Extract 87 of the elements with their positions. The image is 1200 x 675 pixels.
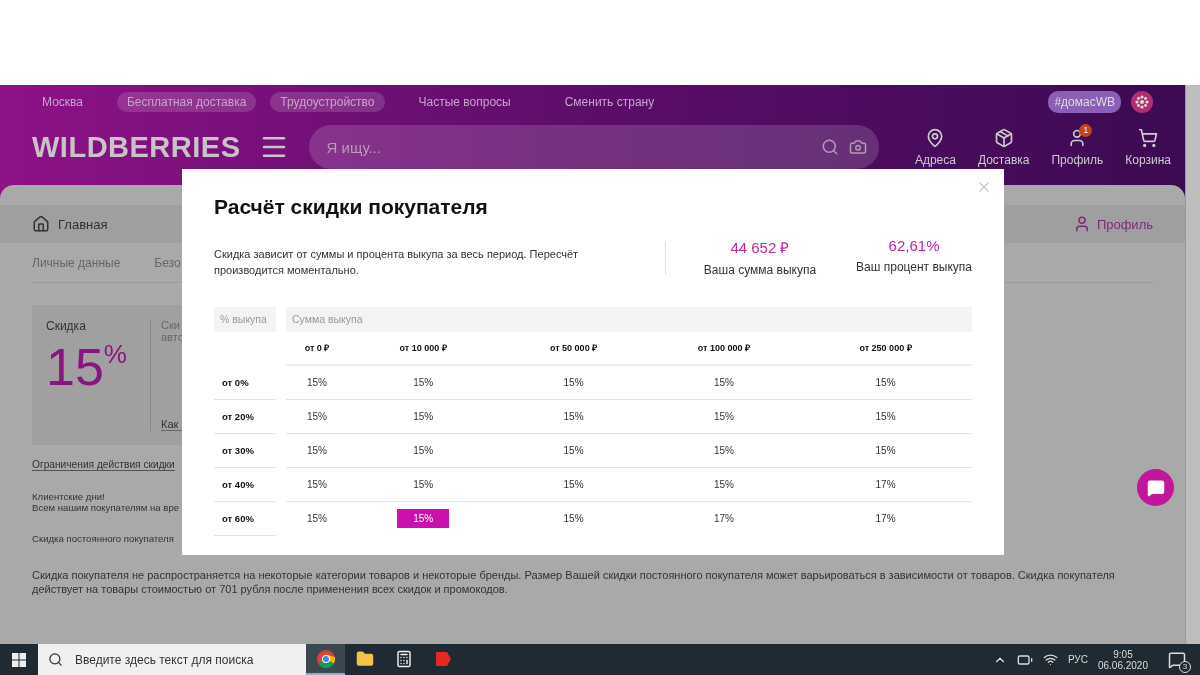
row-label: от 30%	[214, 433, 276, 468]
notifications-icon[interactable]	[1168, 650, 1186, 669]
table-cell: 15%	[563, 478, 584, 490]
cart-icon	[1138, 127, 1159, 148]
top-link[interactable]: Бесплатная доставка	[116, 92, 257, 112]
chat-icon	[1146, 478, 1165, 497]
table-cell: 15%	[397, 509, 450, 529]
profile-link[interactable]: Профиль	[1096, 216, 1153, 232]
table-cell: 15%	[307, 478, 327, 490]
breadcrumb-link[interactable]: Главная	[58, 216, 108, 232]
row-label: от 20%	[214, 399, 276, 434]
note-text: Клиентские дни!	[32, 491, 105, 502]
row-label: от 0%	[214, 365, 276, 400]
search-icon	[48, 652, 63, 667]
table-cell: 15%	[713, 376, 734, 388]
table-cell: 17%	[875, 513, 896, 525]
table-cell: 15%	[307, 410, 327, 422]
column-header: от 0 ₽	[286, 331, 348, 366]
note-text: Скидка постоянного покупателя	[32, 533, 174, 544]
stat-label: Ваш процент выкупа	[856, 260, 972, 274]
row-label: от 60%	[214, 501, 276, 536]
calculator-icon	[394, 649, 413, 668]
discount-value: 15%	[46, 341, 128, 393]
count-badge: 1	[1079, 123, 1093, 137]
table-cell: 15%	[307, 444, 327, 456]
folder-icon	[355, 649, 374, 668]
dialog-description: Скидка зависит от суммы и процента выкупа за весь период. Пересчёт производится моментально.	[214, 247, 580, 278]
table-cell: 15%	[563, 410, 584, 422]
card-text: Ски	[161, 319, 181, 331]
top-link[interactable]: Трудоустройство	[270, 92, 385, 112]
notification-count: 3	[1179, 660, 1191, 673]
table-cell: 15%	[413, 376, 434, 388]
windows-icon[interactable]	[12, 652, 26, 667]
stat-label: Ваша сумма выкупа	[703, 263, 817, 277]
box-icon	[993, 127, 1014, 148]
row-label: от 40%	[214, 467, 276, 502]
stat-value: 44 652 ₽	[730, 238, 790, 257]
table-cell: 15%	[875, 444, 896, 456]
table-cell: 15%	[713, 410, 734, 422]
language-indicator[interactable]: РУС	[1067, 654, 1088, 665]
footer-note: Скидка покупателя не распространяется на некоторые категории товаров и некоторые бренды. Размер Вашей скидки постоянного покупателя может варьироваться в зависимости от товаров. Скидка покупателя действует на товары стоимостью от 701 рубля после применения всех скидок и промокодов.	[32, 568, 1116, 597]
clock-time[interactable]: 9:05	[1113, 648, 1133, 660]
table-cell: 15%	[413, 410, 434, 422]
nav-link[interactable]: Доставка	[977, 152, 1030, 167]
table-cell: 15%	[563, 376, 584, 388]
table-cell: 15%	[307, 376, 327, 388]
stat-value: 62,61%	[888, 237, 940, 254]
discount-label: Скидка	[46, 319, 87, 333]
row-header: % выкупа	[214, 306, 276, 332]
home-icon[interactable]	[32, 215, 50, 233]
column-header: от 50 000 ₽	[498, 331, 649, 366]
dialog-title: Расчёт скидки покупателя	[214, 195, 489, 219]
note-text: Всем нашим покупателям на вре	[32, 502, 180, 513]
table-cell: 15%	[413, 444, 434, 456]
top-link[interactable]: Москва	[32, 92, 93, 112]
hashtag-badge[interactable]: #домасWB	[1048, 91, 1121, 113]
taskbar-search-field[interactable]: Введите здесь текст для поиска	[73, 651, 306, 668]
table-cell: 15%	[713, 478, 734, 490]
taskbar-search-bar[interactable]: Введите здесь текст для поиска	[38, 644, 306, 675]
search-field[interactable]: Я ищу...	[324, 137, 811, 157]
search-bar[interactable]: Я ищу...	[308, 125, 879, 169]
scrollbar[interactable]	[1185, 85, 1200, 644]
logo[interactable]: WILDBERRIES	[32, 130, 241, 164]
nav-link[interactable]: Профиль	[1051, 152, 1104, 167]
table-cell: 17%	[875, 478, 896, 490]
column-group-header: Сумма выкупа	[286, 306, 972, 332]
column-header: от 100 000 ₽	[648, 331, 800, 366]
table-cell: 15%	[563, 444, 584, 456]
nav-link[interactable]: Адреса	[914, 152, 956, 167]
clock-date[interactable]: 06.06.2020	[1097, 659, 1148, 671]
table-cell: 15%	[713, 444, 734, 456]
top-link[interactable]: Сменить страну	[554, 92, 665, 112]
restrictions-link[interactable]: Ограничения действия скидки	[32, 459, 175, 471]
table-cell: 17%	[713, 513, 734, 525]
flower-icon[interactable]	[1131, 91, 1153, 113]
camera-icon[interactable]	[848, 138, 867, 156]
nav-link[interactable]: Корзина	[1125, 152, 1171, 167]
table-cell: 15%	[875, 376, 896, 388]
table-cell: 15%	[563, 513, 584, 525]
wifi-icon[interactable]	[1042, 652, 1058, 667]
table-cell: 15%	[875, 410, 896, 422]
table-cell: 15%	[413, 478, 434, 490]
top-link[interactable]: Частые вопросы	[408, 92, 521, 112]
search-icon[interactable]	[820, 138, 839, 156]
table-cell: 15%	[307, 513, 327, 525]
column-header: от 10 000 ₽	[348, 331, 499, 366]
column-header: от 250 000 ₽	[799, 331, 972, 366]
